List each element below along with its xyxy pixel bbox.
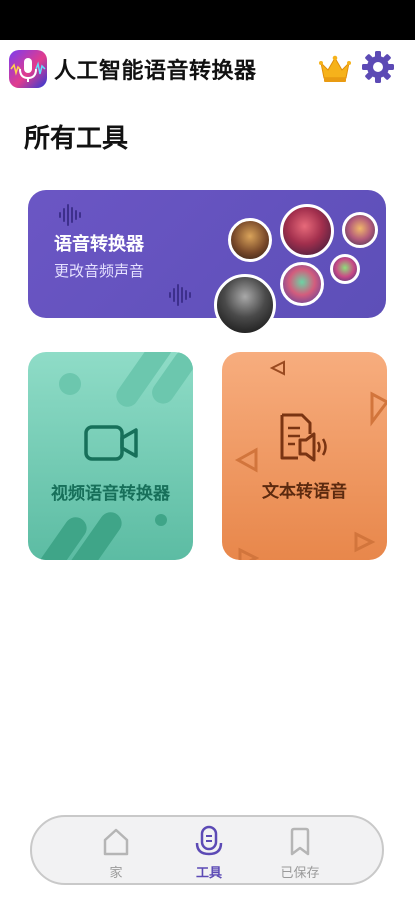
text-to-speech-label: 文本转语音: [262, 482, 347, 502]
sound-wave-icon: [59, 204, 81, 226]
avatar: [280, 262, 324, 306]
nav-label-saved: 已保存: [280, 866, 320, 881]
video-voice-changer-label: 视频语音转换器: [51, 484, 170, 504]
text-speech-icon: [280, 413, 327, 462]
crown-icon[interactable]: [318, 54, 352, 84]
status-bar: [0, 0, 415, 40]
microphone-icon: [195, 825, 223, 856]
sound-wave-icon: [169, 284, 191, 306]
avatar: [342, 212, 378, 248]
voice-changer-subtitle: 更改音频声音: [54, 262, 145, 280]
video-voice-changer-card[interactable]: 视频语音转换器: [28, 352, 193, 560]
app-title: 人工智能语音转换器: [54, 59, 257, 84]
nav-item-home[interactable]: 家: [76, 825, 156, 881]
nav-label-home: 家: [109, 866, 123, 881]
voice-changer-title: 语音转换器: [54, 234, 144, 255]
gear-icon[interactable]: [361, 50, 395, 84]
home-icon: [103, 828, 129, 856]
avatar: [330, 254, 360, 284]
nav-item-tools[interactable]: 工具: [169, 825, 249, 881]
video-camera-icon: [84, 425, 138, 461]
voice-changer-card[interactable]: 语音转换器 更改音频声音: [28, 190, 386, 336]
app-logo-icon: [9, 50, 47, 88]
bookmark-icon: [290, 827, 310, 856]
avatar: [280, 204, 334, 258]
nav-item-saved[interactable]: 已保存: [260, 825, 340, 881]
nav-label-tools: 工具: [195, 866, 222, 881]
text-to-speech-card[interactable]: 文本转语音: [222, 352, 387, 560]
bottom-nav: 家 工具 已保存: [30, 815, 384, 885]
page-title: 所有工具: [24, 124, 129, 154]
avatar: [214, 274, 276, 336]
avatar: [228, 218, 272, 262]
app-bar: 人工智能语音转换器: [0, 40, 415, 96]
